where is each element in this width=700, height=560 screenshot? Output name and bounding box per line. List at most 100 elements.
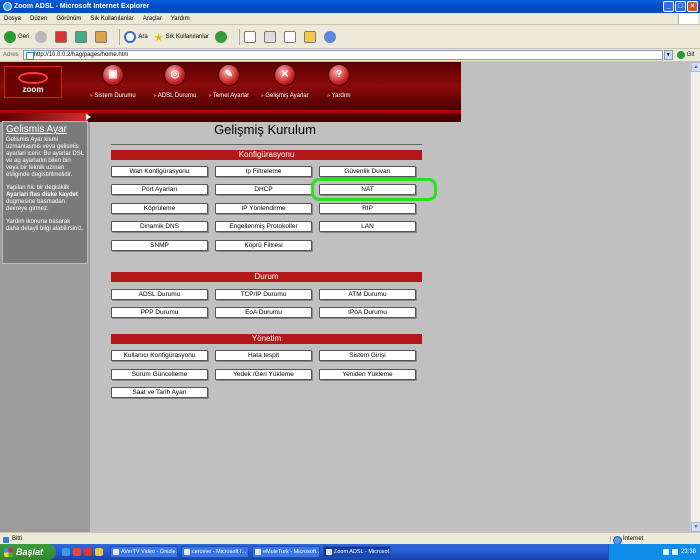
question-icon: ? bbox=[328, 64, 350, 86]
start-button[interactable]: Başlat bbox=[0, 544, 56, 560]
history-button[interactable] bbox=[214, 31, 229, 43]
dhcp-button[interactable]: DHCP bbox=[215, 184, 312, 195]
minimize-button[interactable]: _ bbox=[663, 1, 674, 12]
adsl-status-button[interactable]: ADSL Durumu bbox=[111, 289, 208, 300]
bridging-button[interactable]: Köprüleme bbox=[111, 203, 208, 214]
app-quicklaunch-icon[interactable] bbox=[95, 548, 103, 556]
menu-help[interactable]: Yardım bbox=[171, 16, 190, 22]
nav-basic-settings[interactable]: ✎ Temel Ayarlar bbox=[204, 64, 254, 99]
system-tray: 23:38 bbox=[608, 544, 700, 560]
start-label: Başlat bbox=[16, 547, 44, 557]
toolbar-separator bbox=[238, 29, 240, 45]
nav-label: Yardım bbox=[314, 92, 364, 99]
folder-icon bbox=[303, 31, 316, 43]
ip-routing-button[interactable]: IP Yönlendirme bbox=[215, 203, 312, 214]
zoom-logo[interactable]: zoom bbox=[4, 66, 62, 98]
toolbar-separator bbox=[119, 29, 121, 45]
atm-status-button[interactable]: ATM Durumu bbox=[319, 289, 416, 300]
go-button[interactable]: Git bbox=[676, 51, 694, 59]
help-title: Gelismis Ayar bbox=[6, 124, 67, 135]
user-config-button[interactable]: Kullanıcı Konfigürasyonu bbox=[111, 350, 208, 361]
page-title: Gelişmiş Kurulum bbox=[214, 122, 316, 137]
dynamic-dns-button[interactable]: Dinamik DNS bbox=[111, 221, 208, 232]
menu-edit[interactable]: Düzen bbox=[30, 16, 47, 22]
eoa-status-button[interactable]: EoA Durumu bbox=[215, 307, 312, 318]
snmp-button[interactable]: SNMP bbox=[111, 240, 208, 251]
menu-file[interactable]: Dosya bbox=[4, 16, 21, 22]
ie-quicklaunch-icon[interactable] bbox=[62, 548, 70, 556]
menu-view[interactable]: Görünüm bbox=[56, 16, 81, 22]
stop-icon bbox=[55, 31, 68, 43]
address-label: Adres bbox=[3, 52, 19, 58]
refresh-button[interactable] bbox=[75, 31, 89, 43]
search-button[interactable]: Ara bbox=[124, 31, 148, 43]
edit-icon bbox=[283, 31, 296, 43]
task-avertv[interactable]: AVerTV Video - Önizle... bbox=[110, 546, 178, 558]
backup-restore-button[interactable]: Yedek /Geri Yükleme bbox=[215, 369, 312, 380]
section-admin-header: Yönetim bbox=[111, 334, 422, 344]
task-zoom-adsl[interactable]: Zoom ADSL - Microsof... bbox=[323, 546, 391, 558]
address-input[interactable]: http://10.0.0.2/hag/pages/home.htm bbox=[22, 50, 663, 60]
lan-button[interactable]: LAN bbox=[319, 221, 416, 232]
rip-button[interactable]: RIP bbox=[319, 203, 416, 214]
wan-config-button[interactable]: Wan Konfigürasyonu bbox=[111, 166, 208, 177]
history-icon bbox=[214, 31, 227, 43]
back-arrow-icon bbox=[4, 31, 16, 43]
home-button[interactable] bbox=[95, 31, 109, 43]
reboot-button[interactable]: Yeniden Yükleme bbox=[319, 369, 416, 380]
nav-adsl-status[interactable]: ◎ ADSL Durumu bbox=[150, 64, 200, 99]
folder-button[interactable] bbox=[303, 31, 318, 43]
port-settings-button[interactable]: Port Ayarları bbox=[111, 184, 208, 195]
firmware-update-button[interactable]: Sürüm Güncelleme bbox=[111, 369, 208, 380]
ipoa-status-button[interactable]: IPoA Durumu bbox=[319, 307, 416, 318]
diagnostics-button[interactable]: Hata tespit bbox=[215, 350, 312, 361]
edit-button[interactable] bbox=[283, 31, 298, 43]
maximize-button[interactable]: □ bbox=[675, 1, 686, 12]
header-banner: zoom ▣ Sistem Durumu ◎ ADSL Durumu ✎ Tem… bbox=[0, 62, 461, 110]
time-date-button[interactable]: Saat ve Tarih Ayarı bbox=[111, 387, 208, 398]
nav-label: ADSL Durumu bbox=[150, 92, 200, 99]
scroll-up-icon[interactable]: ▲ bbox=[691, 62, 700, 72]
media-quicklaunch-icon[interactable] bbox=[73, 548, 81, 556]
address-dropdown-icon[interactable]: ▼ bbox=[663, 50, 673, 60]
vertical-scrollbar[interactable]: ▲ ▼ bbox=[690, 62, 700, 532]
favorites-button[interactable]: ★ Sık Kullanılanlar bbox=[154, 31, 209, 44]
magnifier-icon: ◎ bbox=[164, 64, 186, 86]
app-quicklaunch-icon[interactable] bbox=[84, 548, 92, 556]
tcpip-status-button[interactable]: TCP/IP Durumu bbox=[215, 289, 312, 300]
ie-icon bbox=[3, 2, 12, 11]
stop-button[interactable] bbox=[55, 31, 69, 43]
tray-network-icon[interactable] bbox=[662, 549, 669, 555]
system-log-button[interactable]: Sistem Girişi bbox=[319, 350, 416, 361]
pencil-icon: ✎ bbox=[218, 64, 240, 86]
forward-button[interactable] bbox=[35, 31, 49, 43]
nav-label: Temel Ayarlar bbox=[204, 92, 254, 99]
firewall-button[interactable]: Güvenlik Duvarı bbox=[319, 166, 416, 177]
print-button[interactable] bbox=[263, 31, 278, 43]
blocked-protocols-button[interactable]: Engellenmiş Protokoller bbox=[215, 221, 312, 232]
status-bar: Bitti Internet bbox=[0, 532, 700, 545]
tray-volume-icon[interactable] bbox=[671, 549, 678, 555]
scroll-down-icon[interactable]: ▼ bbox=[691, 522, 700, 532]
nav-help[interactable]: ? Yardım bbox=[314, 64, 364, 99]
task-cerceve[interactable]: cerceve - Microsoft I... bbox=[181, 546, 249, 558]
favorites-label: Sık Kullanılanlar bbox=[165, 34, 209, 40]
page-viewport: zoom ▣ Sistem Durumu ◎ ADSL Durumu ✎ Tem… bbox=[0, 62, 700, 532]
help-text: Gelismis Ayar kismi uzmanlasmis veya gel… bbox=[6, 137, 84, 233]
ip-filter-button[interactable]: Ip Filtreleme bbox=[215, 166, 312, 177]
back-button[interactable]: Geri bbox=[4, 31, 29, 43]
nav-advanced-settings[interactable]: ✕ Gelişmiş Ayarlar bbox=[260, 64, 310, 99]
status-text: Bitti bbox=[0, 536, 610, 543]
nav-system-status[interactable]: ▣ Sistem Durumu bbox=[88, 64, 138, 99]
bridge-filter-button[interactable]: Köprü Filtresi bbox=[215, 240, 312, 251]
mail-button[interactable] bbox=[243, 31, 258, 43]
task-emuleturk[interactable]: eMuleTurk - Microsoft... bbox=[252, 546, 320, 558]
close-button[interactable]: × bbox=[687, 1, 698, 12]
print-icon bbox=[263, 31, 276, 43]
back-label: Geri bbox=[18, 34, 30, 40]
menu-tools[interactable]: Araçlar bbox=[143, 16, 162, 22]
menu-favorites[interactable]: Sık Kullanılanlar bbox=[90, 16, 133, 22]
ppp-status-button[interactable]: PPP Durumu bbox=[111, 307, 208, 318]
messenger-button[interactable] bbox=[323, 31, 338, 43]
logo-text: zoom bbox=[22, 85, 44, 94]
